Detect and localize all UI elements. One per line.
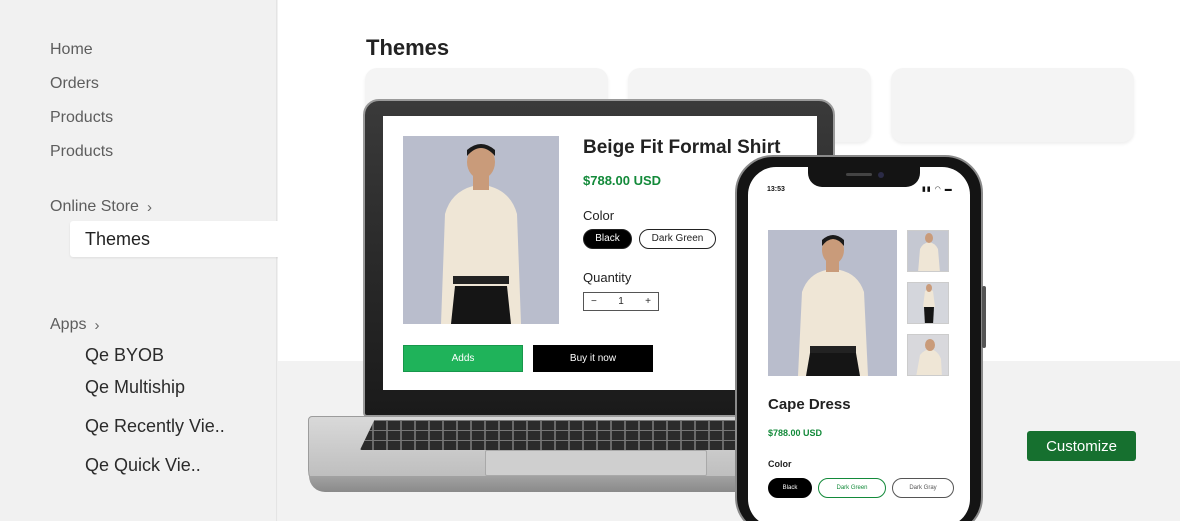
phone-notch <box>808 167 920 187</box>
buy-now-button[interactable]: Buy it now <box>533 345 653 372</box>
quantity-label: Quantity <box>583 270 632 285</box>
product-thumbnail[interactable] <box>907 282 949 324</box>
minus-icon[interactable]: − <box>591 296 597 307</box>
product-image <box>403 136 559 324</box>
chevron-right-icon: › <box>94 316 100 334</box>
sidebar-item-online-store[interactable]: Online Store › <box>50 198 152 216</box>
product-title: Cape Dress <box>768 396 851 413</box>
color-label: Color <box>768 459 792 469</box>
sidebar-item-themes[interactable]: Themes <box>70 221 293 257</box>
product-title: Beige Fit Formal Shirt <box>583 137 781 158</box>
product-thumbnail[interactable] <box>907 230 949 272</box>
sidebar-app-byob[interactable]: Qe BYOB <box>85 345 164 366</box>
sidebar-item-products-2[interactable]: Products <box>50 143 113 161</box>
product-price: $788.00 USD <box>768 428 823 438</box>
sidebar-item-orders[interactable]: Orders <box>50 75 99 93</box>
sidebar-item-products[interactable]: Products <box>50 109 113 127</box>
chevron-right-icon: › <box>146 198 152 216</box>
quantity-stepper[interactable]: − 1 + <box>583 292 659 311</box>
online-store-label: Online Store <box>50 198 139 215</box>
color-option-dark-gray[interactable]: Dark Gray <box>892 478 954 498</box>
color-option-dark-green[interactable]: Dark Green <box>818 478 886 498</box>
sidebar-app-multiship[interactable]: Qe Multiship <box>85 377 185 398</box>
sidebar-item-home[interactable]: Home <box>50 41 93 59</box>
laptop-trackpad <box>485 450 707 476</box>
product-image <box>768 230 897 376</box>
quantity-value: 1 <box>618 296 624 307</box>
camera-icon <box>878 172 884 178</box>
speaker-icon <box>846 173 872 176</box>
sidebar: Home Orders Products Products Online Sto… <box>0 0 293 521</box>
product-thumbnail[interactable] <box>907 334 949 376</box>
phone-screen-preview: 13:53 ▮▮ ◠ ▬ Cape Dress $788.00 USD Colo… <box>748 167 970 521</box>
phone-side-button <box>982 286 986 348</box>
plus-icon[interactable]: + <box>645 296 651 307</box>
color-option-black[interactable]: Black <box>768 478 812 498</box>
theme-card[interactable] <box>891 68 1134 142</box>
status-time: 13:53 <box>767 186 785 193</box>
add-to-cart-button[interactable]: Adds <box>403 345 523 372</box>
customize-button[interactable]: Customize <box>1027 431 1136 461</box>
color-label: Color <box>583 208 615 223</box>
status-icons: ▮▮ ◠ ▬ <box>922 186 953 193</box>
color-option-black[interactable]: Black <box>583 229 632 249</box>
apps-label: Apps <box>50 316 87 333</box>
sidebar-app-quick-view[interactable]: Qe Quick Vie.. <box>85 455 201 476</box>
page-title: Themes <box>366 35 450 60</box>
sidebar-item-apps[interactable]: Apps › <box>50 316 99 334</box>
color-option-dark-green[interactable]: Dark Green <box>639 229 716 249</box>
product-price: $788.00 USD <box>583 173 662 188</box>
sidebar-app-recently-viewed[interactable]: Qe Recently Vie.. <box>85 416 225 437</box>
